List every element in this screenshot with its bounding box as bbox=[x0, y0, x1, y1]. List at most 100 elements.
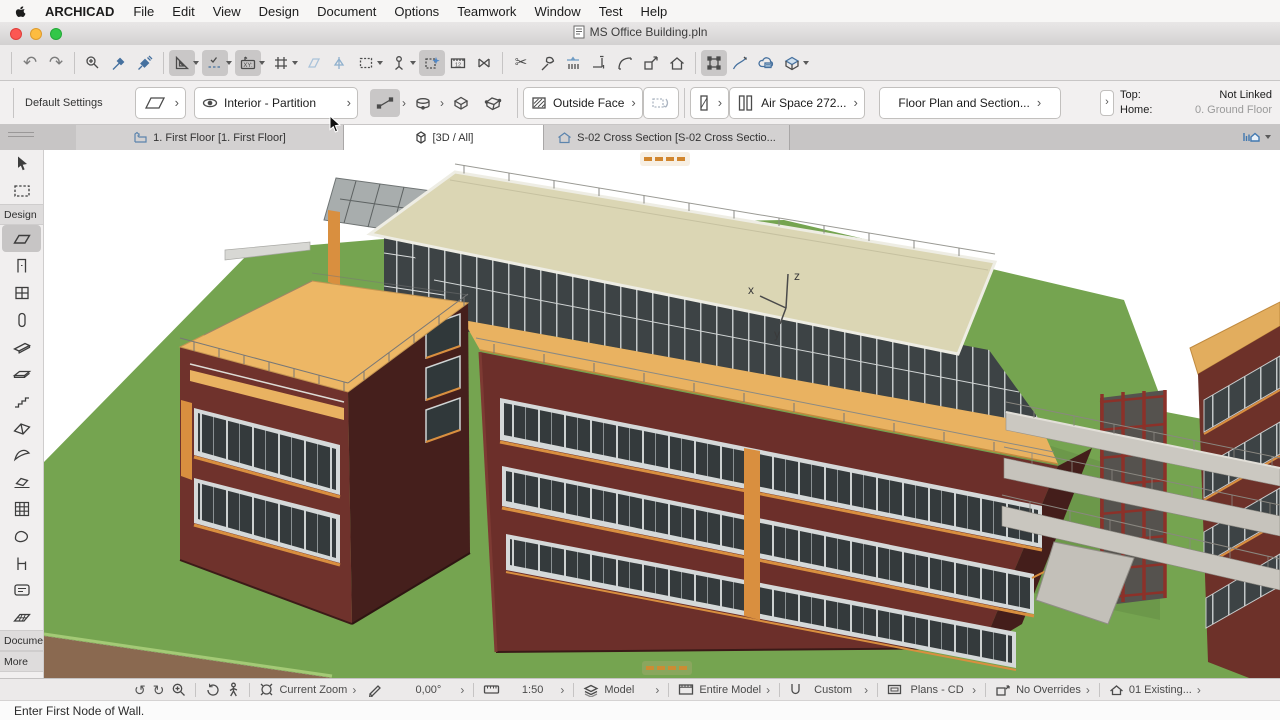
filter-elements-selector[interactable]: Entire Model › bbox=[678, 683, 770, 697]
orbit-button[interactable] bbox=[205, 682, 220, 697]
scale-selector[interactable]: 1:50 › bbox=[483, 683, 564, 697]
transform-button[interactable] bbox=[701, 50, 727, 76]
tool-skylight[interactable] bbox=[0, 468, 43, 495]
view-marker-bottom[interactable] bbox=[642, 661, 692, 675]
menu-file[interactable]: File bbox=[124, 4, 163, 19]
stretch-button[interactable] bbox=[471, 50, 497, 76]
sketch-button[interactable] bbox=[727, 50, 753, 76]
flip-button[interactable] bbox=[643, 87, 679, 119]
tool-window[interactable] bbox=[0, 279, 43, 306]
expand-chevron[interactable]: › bbox=[1100, 90, 1114, 116]
zoom-in-button[interactable] bbox=[171, 682, 186, 697]
toolbox-section-document[interactable]: Docume bbox=[0, 630, 43, 651]
snap-grid-button[interactable] bbox=[268, 50, 294, 76]
mirror-button[interactable] bbox=[327, 50, 353, 76]
composite-selector[interactable]: Air Space 272... › bbox=[729, 87, 865, 119]
menu-edit[interactable]: Edit bbox=[163, 4, 203, 19]
tab-first-floor[interactable]: 1. First Floor [1. First Floor] bbox=[76, 125, 344, 150]
wall-complexity-selector[interactable]: › bbox=[690, 87, 729, 119]
geometry-box-button[interactable] bbox=[446, 89, 476, 117]
guide-lines-button[interactable] bbox=[202, 50, 228, 76]
dropdown-caret[interactable] bbox=[377, 61, 383, 65]
adjust-button[interactable] bbox=[534, 50, 560, 76]
tool-curtain-wall[interactable] bbox=[0, 495, 43, 522]
gravity-button[interactable] bbox=[386, 50, 412, 76]
nav-back-button[interactable]: ↺ bbox=[134, 683, 146, 697]
tool-shell[interactable] bbox=[0, 441, 43, 468]
virtual-trace-button[interactable] bbox=[169, 50, 195, 76]
menu-options[interactable]: Options bbox=[385, 4, 448, 19]
reference-line-selector[interactable]: Outside Face › bbox=[523, 87, 643, 119]
display-option-selector[interactable]: Floor Plan and Section... › bbox=[879, 87, 1061, 119]
view-marker-top[interactable] bbox=[640, 152, 690, 166]
find-select-button[interactable] bbox=[80, 50, 106, 76]
top-link-value[interactable]: Not Linked bbox=[1219, 88, 1272, 103]
intersect-button[interactable] bbox=[586, 50, 612, 76]
zoom-selector[interactable]: Current Zoom › bbox=[259, 682, 356, 697]
tool-mesh[interactable] bbox=[0, 603, 43, 630]
dropdown-caret[interactable] bbox=[259, 61, 265, 65]
tool-object[interactable] bbox=[0, 549, 43, 576]
dropdown-caret[interactable] bbox=[292, 61, 298, 65]
menu-archicad[interactable]: ARCHICAD bbox=[35, 4, 124, 19]
tool-door[interactable] bbox=[0, 252, 43, 279]
fillet-button[interactable] bbox=[612, 50, 638, 76]
dropdown-caret[interactable] bbox=[226, 61, 232, 65]
geometry-straight-button[interactable] bbox=[370, 89, 400, 117]
tool-morph[interactable] bbox=[0, 522, 43, 549]
tool-beam[interactable] bbox=[0, 333, 43, 360]
toolbox-grip[interactable] bbox=[8, 129, 34, 140]
skew-button[interactable] bbox=[301, 50, 327, 76]
chevron-icon[interactable]: › bbox=[402, 96, 406, 110]
tool-zone[interactable] bbox=[0, 576, 43, 603]
editing-plane-button[interactable] bbox=[419, 50, 445, 76]
measure-button[interactable]: 12 bbox=[445, 50, 471, 76]
overrides-selector[interactable]: No Overrides › bbox=[995, 683, 1090, 697]
bimcloud-button[interactable] bbox=[753, 50, 779, 76]
elevation-button[interactable] bbox=[664, 50, 690, 76]
toolbox-section-more[interactable]: More bbox=[0, 651, 43, 672]
geometry-curved-button[interactable] bbox=[408, 89, 438, 117]
cutaway-3d-button[interactable] bbox=[779, 50, 805, 76]
tab-3d-all[interactable]: [3D / All] bbox=[344, 125, 544, 150]
wall-default-settings-button[interactable]: › bbox=[135, 87, 186, 119]
undo-button[interactable]: ↶ bbox=[17, 50, 43, 76]
pick-up-parameters-button[interactable] bbox=[106, 50, 132, 76]
menu-test[interactable]: Test bbox=[590, 4, 632, 19]
split-button[interactable]: ✂ bbox=[508, 50, 534, 76]
tool-wall[interactable] bbox=[2, 225, 41, 252]
inject-parameters-button[interactable] bbox=[132, 50, 158, 76]
window-title[interactable]: MS Office Building.pln bbox=[590, 25, 708, 39]
coordinates-button[interactable]: XY: bbox=[235, 50, 261, 76]
tool-stair[interactable] bbox=[0, 387, 43, 414]
menu-view[interactable]: View bbox=[204, 4, 250, 19]
orientation-selector[interactable]: 0,00° › bbox=[367, 682, 464, 697]
chevron-icon[interactable]: › bbox=[440, 96, 444, 110]
tab-section-s02[interactable]: S-02 Cross Section [S-02 Cross Sectio... bbox=[544, 125, 790, 150]
3d-scene[interactable]: z x y bbox=[44, 150, 1280, 678]
align-button[interactable] bbox=[560, 50, 586, 76]
tool-arrow[interactable] bbox=[0, 150, 43, 177]
geometry-rotated-box-button[interactable] bbox=[478, 89, 508, 117]
tool-slab[interactable] bbox=[0, 360, 43, 387]
redo-button[interactable]: ↷ bbox=[43, 50, 69, 76]
dropdown-caret[interactable] bbox=[803, 61, 809, 65]
viewport-3d[interactable]: z x y bbox=[44, 150, 1280, 678]
dropdown-caret[interactable] bbox=[193, 61, 199, 65]
apple-menu[interactable] bbox=[14, 4, 27, 18]
explore-button[interactable] bbox=[227, 682, 240, 697]
menu-design[interactable]: Design bbox=[250, 4, 308, 19]
renovation-filter-selector[interactable]: 01 Existing... › bbox=[1109, 683, 1201, 697]
menu-teamwork[interactable]: Teamwork bbox=[448, 4, 525, 19]
pen-set-selector[interactable]: Plans - CD › bbox=[887, 683, 976, 697]
tool-column[interactable] bbox=[0, 306, 43, 333]
resize-button[interactable] bbox=[638, 50, 664, 76]
marquee-options-button[interactable] bbox=[353, 50, 379, 76]
tool-marquee[interactable] bbox=[0, 177, 43, 204]
model-view-selector[interactable]: Model › bbox=[583, 683, 659, 697]
nav-forward-button[interactable]: ↻ bbox=[153, 683, 165, 697]
menu-window[interactable]: Window bbox=[525, 4, 589, 19]
tool-roof[interactable] bbox=[0, 414, 43, 441]
menu-help[interactable]: Help bbox=[632, 4, 677, 19]
toolbox-section-design[interactable]: Design bbox=[0, 204, 43, 225]
